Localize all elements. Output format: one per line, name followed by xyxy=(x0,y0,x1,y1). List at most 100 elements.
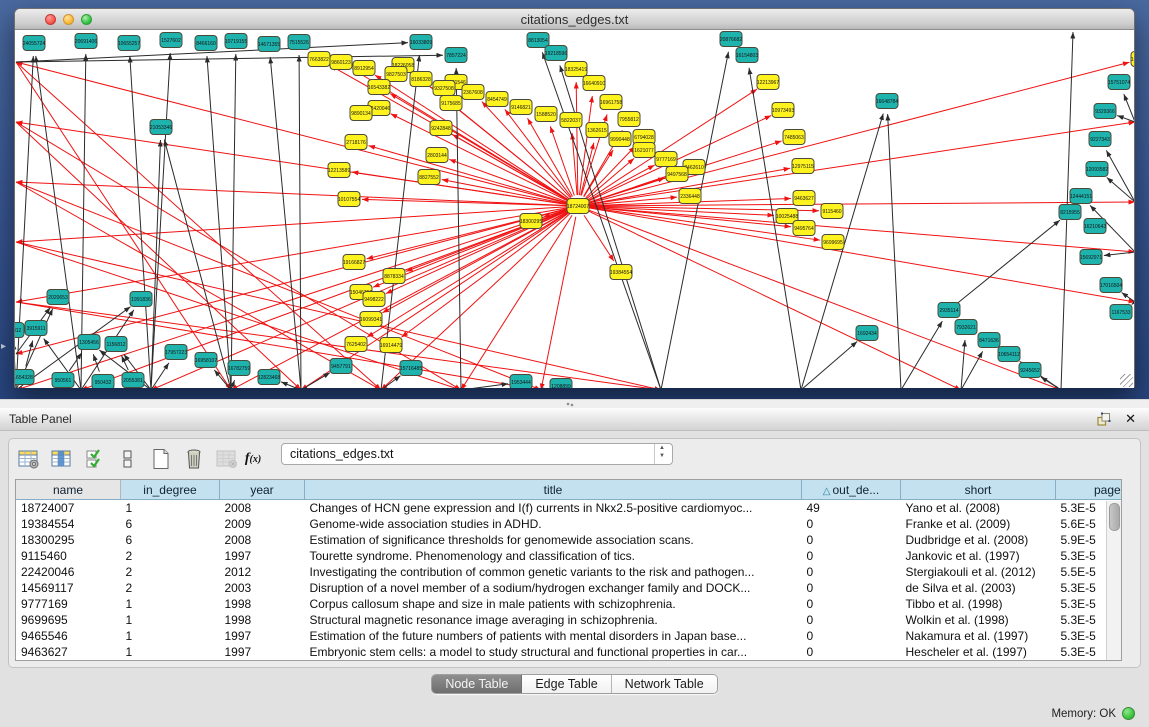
column-header-title[interactable]: title xyxy=(305,480,802,500)
network-canvas[interactable]: 2405572420691406106552572105334615276028… xyxy=(15,30,1134,388)
table-cell[interactable]: 2008 xyxy=(220,532,305,548)
table-cell[interactable]: Estimation of the future numbers of pati… xyxy=(305,628,802,644)
graph-node[interactable]: 16033809 xyxy=(410,35,432,50)
graph-node[interactable]: 3915911 xyxy=(25,321,47,336)
graph-node[interactable]: 18300295 xyxy=(520,214,542,229)
table-cell[interactable]: 49 xyxy=(802,500,901,517)
table-row[interactable]: 1938455462009Genome-wide association stu… xyxy=(16,516,1122,532)
table-cell[interactable]: 22420046 xyxy=(16,564,121,580)
graph-node[interactable]: 9699695 xyxy=(822,235,844,250)
table-cell[interactable]: Estimation of significance thresholds fo… xyxy=(305,532,802,548)
graph-node[interactable]: 993812 xyxy=(15,323,24,338)
table-cell[interactable]: 0 xyxy=(802,564,901,580)
graph-node[interactable]: 7955812 xyxy=(618,112,640,127)
graph-node[interactable]: 8912954 xyxy=(353,61,375,76)
tab-node-table[interactable]: Node Table xyxy=(432,675,522,693)
graph-node[interactable]: 9457791 xyxy=(330,359,352,374)
graph-node[interactable]: 20691406 xyxy=(75,34,97,49)
table-cell[interactable]: Wolkin et al. (1998) xyxy=(901,612,1056,628)
table-cell[interactable]: Structural magnetic resonance image aver… xyxy=(305,612,802,628)
graph-node[interactable]: 16648784 xyxy=(876,94,898,109)
table-cell[interactable]: 1 xyxy=(121,612,220,628)
graph-node[interactable]: 7857224 xyxy=(445,48,467,63)
graph-node[interactable]: 18724007 xyxy=(567,199,589,214)
graph-node[interactable]: 1953444 xyxy=(510,375,532,389)
graph-node[interactable]: 1588520 xyxy=(535,107,557,122)
scrollbar-thumb[interactable] xyxy=(1109,503,1120,531)
graph-node[interactable]: 8813054 xyxy=(527,33,549,48)
table-select-combobox[interactable]: citations_edges.txt ▲▼ xyxy=(281,443,673,465)
graph-node[interactable]: 7625402 xyxy=(345,337,367,352)
attribute-settings-button[interactable] xyxy=(17,447,41,471)
graph-node[interactable]: 2935114 xyxy=(938,303,960,318)
graph-node[interactable]: 10973493 xyxy=(772,103,794,118)
close-panel-icon[interactable]: ✕ xyxy=(1125,411,1136,426)
table-cell[interactable]: 2009 xyxy=(220,516,305,532)
delete-table-button[interactable] xyxy=(182,447,206,471)
graph-node[interactable]: 15716485 xyxy=(400,361,422,376)
table-cell[interactable]: Tibbo et al. (1998) xyxy=(901,596,1056,612)
table-cell[interactable]: 0 xyxy=(802,548,901,564)
graph-node[interactable]: 8466160 xyxy=(195,36,217,51)
table-cell[interactable]: 0 xyxy=(802,532,901,548)
graph-node[interactable]: 5822037 xyxy=(560,113,582,128)
citation-network-graph[interactable]: 2405572420691406106552572105334615276028… xyxy=(15,30,1134,388)
graph-node[interactable]: 2336448 xyxy=(679,189,701,204)
graph-node[interactable]: 19166827 xyxy=(343,255,365,270)
graph-node[interactable]: 9227343 xyxy=(1089,132,1111,147)
table-cell[interactable]: 9463627 xyxy=(16,644,121,660)
graph-node[interactable]: 950432 xyxy=(92,375,114,389)
table-cell[interactable]: 2 xyxy=(121,580,220,596)
graph-node[interactable]: 7485063 xyxy=(783,130,805,145)
graph-node[interactable]: 12823468 xyxy=(258,370,280,385)
table-row[interactable]: 977716911998Corpus callosum shape and si… xyxy=(16,596,1122,612)
table-cell[interactable]: 0 xyxy=(802,580,901,596)
graph-node[interactable]: 12975115 xyxy=(792,159,814,174)
graph-node[interactable]: 8878334 xyxy=(383,269,405,284)
table-cell[interactable]: 1997 xyxy=(220,628,305,644)
window-titlebar[interactable]: citations_edges.txt xyxy=(15,9,1134,30)
table-cell[interactable]: Corpus callosum shape and size in male p… xyxy=(305,596,802,612)
graph-node[interactable]: 24055724 xyxy=(23,36,45,51)
table-cell[interactable]: 0 xyxy=(802,628,901,644)
window-resize-grip[interactable] xyxy=(1120,374,1133,387)
graph-node[interactable]: 7932621 xyxy=(955,320,977,335)
graph-node[interactable]: 7663822 xyxy=(308,52,330,67)
graph-node[interactable]: 8827552 xyxy=(418,170,440,185)
graph-node[interactable]: 8454749 xyxy=(486,92,508,107)
graph-node[interactable]: 16099341 xyxy=(360,312,382,327)
graph-node[interactable]: 17016504 xyxy=(1100,278,1122,293)
column-header-in_degree[interactable]: in_degree xyxy=(121,480,220,500)
table-cell[interactable]: Changes of HCN gene expression and I(f) … xyxy=(305,500,802,517)
graph-node[interactable]: 10719155 xyxy=(225,34,247,49)
table-cell[interactable]: 6 xyxy=(121,532,220,548)
table-row[interactable]: 1456911722003Disruption of a novel membe… xyxy=(16,580,1122,596)
graph-node[interactable]: 16154803 xyxy=(736,48,758,63)
network-view-window[interactable]: citations_edges.txt 24055724 20691406 1065… xyxy=(14,8,1135,388)
graph-node[interactable]: 9495764 xyxy=(793,221,815,236)
table-cell[interactable]: 9777169 xyxy=(16,596,121,612)
graph-node[interactable]: 16914479 xyxy=(380,338,402,353)
graph-node[interactable]: 9990448 xyxy=(609,132,631,147)
table-cell[interactable]: 2 xyxy=(121,564,220,580)
graph-node[interactable]: 1991836 xyxy=(130,292,152,307)
graph-node[interactable]: 12444151 xyxy=(1070,189,1092,204)
new-table-button[interactable] xyxy=(149,447,173,471)
graph-node[interactable]: 16958107 xyxy=(195,353,217,368)
graph-node[interactable]: 9175685 xyxy=(440,96,462,111)
graph-node[interactable]: 19218596 xyxy=(545,46,567,61)
table-cell[interactable]: 1 xyxy=(121,596,220,612)
graph-node[interactable]: 9329366 xyxy=(1094,104,1116,119)
panel-collapse-arrow-icon[interactable]: ▸ xyxy=(1,342,6,352)
graph-node[interactable]: 16961758 xyxy=(600,95,622,110)
graph-node[interactable]: 2718176 xyxy=(345,135,367,150)
table-cell[interactable]: Embryonic stem cells: a model to study s… xyxy=(305,644,802,660)
combobox-stepper-icon[interactable]: ▲▼ xyxy=(654,444,672,464)
table-cell[interactable]: Investigating the contribution of common… xyxy=(305,564,802,580)
graph-node[interactable]: 1208899 xyxy=(550,379,572,389)
table-cell[interactable]: 1 xyxy=(121,500,220,517)
graph-node[interactable]: 20876682 xyxy=(720,32,742,47)
graph-node[interactable]: 21053346 xyxy=(150,120,172,135)
graph-node[interactable]: 10655257 xyxy=(118,36,140,51)
table-cell[interactable]: Tourette syndrome. Phenomenology and cla… xyxy=(305,548,802,564)
